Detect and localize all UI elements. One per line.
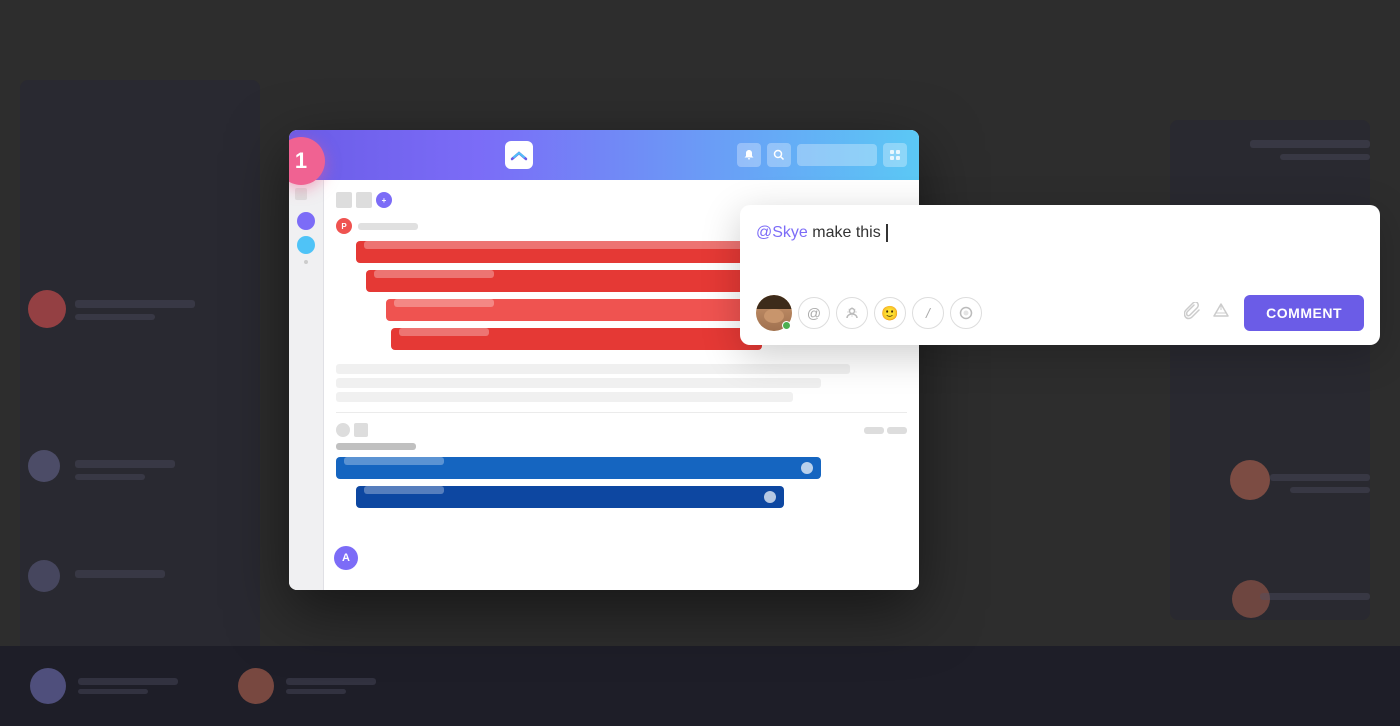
section-avatar bbox=[336, 423, 350, 437]
task-bar-blue-dot-1 bbox=[801, 462, 813, 474]
bg-right-panel bbox=[1170, 120, 1370, 620]
header-expand-icon[interactable] bbox=[883, 143, 907, 167]
sidebar-small-dot bbox=[304, 260, 308, 264]
section-divider bbox=[336, 412, 907, 413]
task-bar-blue-inner-1 bbox=[344, 457, 444, 465]
header-right bbox=[737, 143, 907, 167]
section-info-left bbox=[336, 423, 368, 437]
bg-avatar-2 bbox=[28, 450, 60, 482]
bg-bar-2 bbox=[75, 314, 155, 320]
google-drive-icon bbox=[1212, 302, 1230, 320]
bg-avatar-1 bbox=[28, 290, 66, 328]
bg-bar-right-1 bbox=[1250, 140, 1370, 148]
bg-bar-right-5 bbox=[1260, 593, 1370, 600]
section-icon-sm-2 bbox=[887, 427, 907, 434]
avatar-lower-face bbox=[764, 309, 784, 323]
task-bar-inner-4 bbox=[399, 328, 489, 336]
slash-command-button[interactable]: / bbox=[912, 297, 944, 329]
gray-row-2 bbox=[336, 378, 821, 388]
bg-bar-1 bbox=[75, 300, 195, 308]
expand-icon bbox=[889, 149, 901, 161]
sidebar-dot-1 bbox=[297, 212, 315, 230]
bg-avatar-3 bbox=[28, 560, 60, 592]
task-bar-blue-1 bbox=[336, 457, 821, 479]
bottom-avatar-1 bbox=[30, 668, 66, 704]
gray-row-3 bbox=[336, 392, 793, 402]
bg-bar-right-2 bbox=[1280, 154, 1370, 160]
header-left bbox=[505, 141, 533, 169]
section-info bbox=[336, 423, 907, 437]
emoji-button[interactable]: 🙂 bbox=[874, 297, 906, 329]
section-icon-sm-1 bbox=[864, 427, 884, 434]
header-search-bar bbox=[797, 144, 877, 166]
gray-row-1 bbox=[336, 364, 850, 374]
bg-avatar-right-1 bbox=[1230, 460, 1270, 500]
assign-button[interactable] bbox=[836, 297, 868, 329]
attachment-button[interactable] bbox=[1184, 302, 1202, 325]
sidebar-dot-2 bbox=[297, 236, 315, 254]
section-icons-right bbox=[864, 427, 907, 434]
paperclip-icon bbox=[1184, 302, 1202, 320]
blue-section-title bbox=[336, 443, 416, 450]
task-bar-inner-3 bbox=[394, 299, 494, 307]
gdrive-button[interactable] bbox=[1212, 302, 1230, 325]
bg-bar-4 bbox=[75, 474, 145, 480]
clickup-logo-icon bbox=[510, 146, 528, 164]
header-search-icon[interactable] bbox=[767, 143, 791, 167]
task-bar-red-3 bbox=[386, 299, 786, 321]
comment-toolbar: @ 🙂 / bbox=[756, 295, 1364, 331]
avatar-hair bbox=[756, 295, 792, 309]
bg-bar-right-3 bbox=[1270, 474, 1370, 481]
bottom-avatar-2 bbox=[238, 668, 274, 704]
main-app-window: 1 bbox=[289, 130, 919, 590]
text-cursor bbox=[886, 224, 888, 242]
task-title-bar bbox=[358, 223, 418, 230]
bottom-bar-text-4 bbox=[286, 689, 346, 694]
toolbar-icon-grid bbox=[336, 192, 352, 208]
mention-button[interactable]: @ bbox=[798, 297, 830, 329]
bottom-bar-text-2 bbox=[78, 689, 148, 694]
window-sidebar bbox=[289, 180, 324, 590]
comment-submit-button[interactable]: COMMENT bbox=[1244, 295, 1364, 331]
task-bar-red-4 bbox=[391, 328, 762, 350]
toolbar-icon-add: + bbox=[376, 192, 392, 208]
online-indicator bbox=[782, 321, 791, 330]
task-bar-inner-2 bbox=[374, 270, 494, 278]
comment-popup: @Skye make this @ bbox=[740, 205, 1380, 345]
section-icon bbox=[354, 423, 368, 437]
search-icon bbox=[773, 149, 785, 161]
blue-section-header bbox=[336, 443, 907, 450]
assign-icon bbox=[845, 306, 859, 320]
window-header: 1 bbox=[289, 130, 919, 180]
circle-status-icon bbox=[959, 306, 973, 320]
header-bell-icon[interactable] bbox=[737, 143, 761, 167]
gray-rows bbox=[336, 364, 907, 402]
bottom-bar bbox=[0, 646, 1400, 726]
notification-badge: 1 bbox=[289, 137, 325, 185]
task-bar-blue-2 bbox=[356, 486, 784, 508]
commenter-avatar-container bbox=[756, 295, 792, 331]
toolbar-icon-user bbox=[356, 192, 372, 208]
sidebar-toolbar bbox=[295, 188, 317, 200]
comment-body-text: make this bbox=[808, 224, 885, 241]
bg-bar-5 bbox=[75, 570, 165, 578]
bell-icon bbox=[743, 149, 755, 161]
bg-bar-3 bbox=[75, 460, 175, 468]
mention-tag: @Skye bbox=[756, 224, 808, 241]
bg-bar-right-4 bbox=[1290, 487, 1370, 493]
window-avatar: A bbox=[334, 546, 358, 570]
bottom-bar-text-3 bbox=[286, 678, 376, 685]
toolbar-icons: + bbox=[336, 192, 392, 208]
task-bar-blue-dot-2 bbox=[764, 491, 776, 503]
comment-text-area[interactable]: @Skye make this bbox=[756, 221, 1364, 281]
task-avatar-red: P bbox=[336, 218, 352, 234]
status-button[interactable] bbox=[950, 297, 982, 329]
task-bar-blue-inner-2 bbox=[364, 486, 444, 494]
sidebar-grid-icon bbox=[295, 188, 307, 200]
bottom-bar-text-1 bbox=[78, 678, 178, 685]
app-logo bbox=[505, 141, 533, 169]
